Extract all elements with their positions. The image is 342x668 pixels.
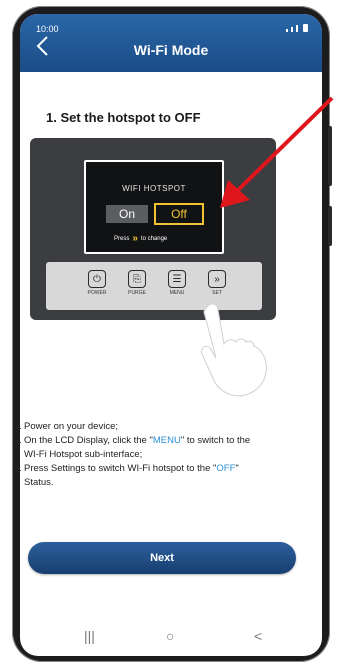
purge-icon: ⎘	[128, 270, 146, 288]
instruction-text-cont: WI-Fi Hotspot sub-interface;	[24, 449, 143, 460]
set-icon: »	[208, 270, 226, 288]
double-chevron-icon: »	[132, 233, 138, 244]
device-button-purge: ⎘ PURGE	[122, 270, 152, 296]
instruction-step: 2. On the LCD Display, click the "MENU" …	[14, 434, 294, 462]
recents-nav-icon[interactable]: |||	[84, 628, 95, 644]
lcd-option-off: Off	[154, 203, 204, 225]
instruction-number: 2.	[14, 435, 22, 446]
device-button-label: PURGE	[128, 290, 146, 296]
signal-icon	[286, 29, 288, 32]
instruction-text-pre: On the LCD Display, click the "	[24, 435, 153, 446]
step-title: 1. Set the hotspot to OFF	[46, 110, 201, 125]
lcd-hint-press: Press	[114, 235, 130, 242]
off-highlight: OFF	[216, 463, 236, 474]
menu-highlight: MENU	[152, 435, 181, 446]
status-icons	[286, 24, 308, 32]
hand-pointer-icon	[201, 303, 267, 397]
page-title: Wi-Fi Mode	[133, 42, 209, 58]
instruction-step: 3. Press Settings to switch WI-Fi hotspo…	[14, 462, 294, 490]
system-nav-bar: ||| ○ <	[20, 620, 322, 656]
instruction-text-post: " to switch to the	[180, 435, 251, 446]
instruction-step: 1. Power on your device;	[14, 420, 294, 434]
device-button-menu: ☰ MENU	[162, 270, 192, 296]
status-time: 10:00	[36, 24, 59, 34]
device-button-label: POWER	[87, 290, 107, 296]
instruction-text: Power on your device;	[24, 421, 118, 432]
pointer-arrow-icon	[220, 96, 334, 208]
app-header: 10:00 Wi-Fi Mode	[20, 14, 322, 72]
lcd-hint-change: to change	[140, 235, 168, 242]
instruction-text: Press Settings to switch WI-Fi hotspot t…	[24, 462, 239, 490]
instruction-text-post: "	[235, 463, 239, 474]
device-button-set: » SET	[202, 270, 232, 296]
lcd-title: WIFI HOTSPOT	[122, 184, 186, 193]
battery-icon	[303, 24, 308, 32]
instructions-list: 1. Power on your device; 2. On the LCD D…	[14, 420, 294, 490]
signal-icon	[291, 27, 293, 32]
home-nav-icon[interactable]: ○	[166, 628, 174, 644]
next-button[interactable]: Next	[28, 542, 296, 574]
menu-icon: ☰	[168, 270, 186, 288]
lcd-option-on: On	[106, 205, 148, 223]
device-button-label: MENU	[169, 290, 185, 296]
lcd-hint: Press » to change	[114, 233, 167, 244]
device-button-power: ⏻ POWER	[82, 270, 112, 296]
signal-icon	[296, 25, 298, 32]
back-nav-icon[interactable]: <	[254, 628, 262, 644]
instruction-text-pre: Press Settings to switch WI-Fi hotspot t…	[24, 463, 217, 474]
instruction-text-cont: Status.	[24, 477, 54, 488]
device-button-label: SET	[212, 290, 222, 296]
power-icon: ⏻	[88, 270, 106, 288]
instruction-text: On the LCD Display, click the "MENU" to …	[24, 434, 250, 462]
instruction-number: 3.	[14, 463, 22, 474]
lcd-display: WIFI HOTSPOT On Off Press » to change	[84, 160, 224, 254]
instruction-number: 1.	[14, 421, 22, 432]
